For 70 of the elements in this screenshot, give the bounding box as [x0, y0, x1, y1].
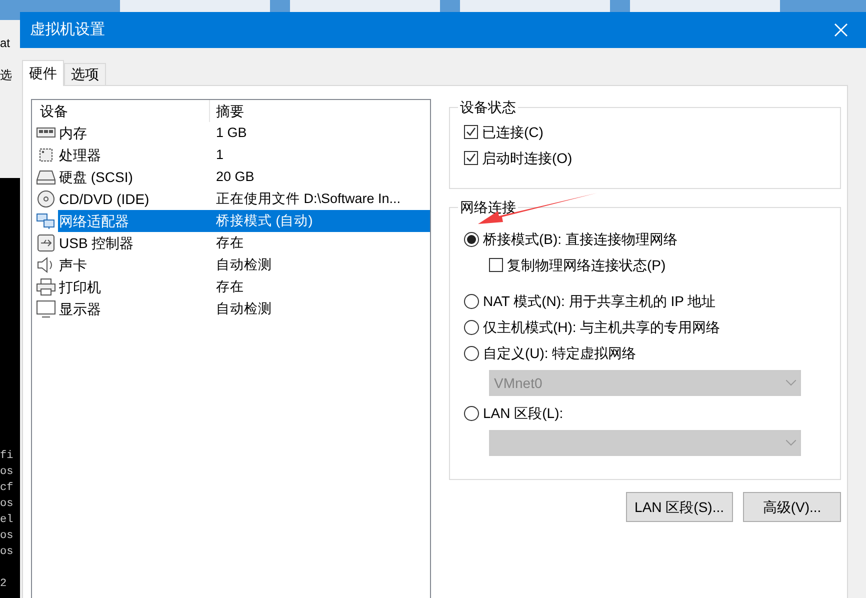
table-cell-text: 硬盘 (SCSI)	[58, 168, 134, 187]
radio-button[interactable]	[464, 320, 479, 334]
checkbox[interactable]	[489, 258, 503, 272]
window-title: 虚拟机设置	[30, 20, 105, 40]
disc-icon	[36, 190, 56, 208]
tab[interactable]: 硬件	[22, 60, 64, 86]
printer-icon	[36, 278, 56, 296]
dropdown-value: VMnet0	[494, 374, 542, 392]
group-title: 设备状态	[458, 98, 518, 116]
terminal-line: os	[0, 497, 14, 512]
radio-button[interactable]	[464, 406, 479, 420]
table-cell-text: 内存	[58, 124, 88, 142]
device-row[interactable]: CD/DVD (IDE) 正在使用文件 D:\Software In...	[32, 188, 430, 210]
dialog-button[interactable]: 高级(V)...	[743, 492, 841, 522]
terminal-line: el	[0, 513, 14, 528]
table-cell-text: 自动检测	[215, 256, 272, 274]
usb-icon	[36, 234, 56, 252]
terminal-line: os	[0, 465, 14, 480]
radio-button[interactable]	[464, 346, 479, 360]
close-icon	[834, 23, 848, 37]
table-cell-text: 打印机	[58, 278, 102, 296]
table-cell-text: 1	[215, 146, 224, 164]
column-header[interactable]: 设备	[32, 100, 210, 122]
table-cell-text: 处理器	[58, 146, 102, 164]
checkbox-label[interactable]: 已连接(C)	[482, 122, 544, 142]
device-row[interactable]: 硬盘 (SCSI) 20 GB	[32, 166, 430, 188]
terminal-line: os	[0, 545, 14, 560]
background-text: at	[0, 35, 12, 52]
device-row[interactable]: 网络适配器 桥接模式 (自动)	[32, 210, 430, 232]
checkbox-label[interactable]: 复制物理网络连接状态(P)	[507, 254, 666, 276]
device-row[interactable]: 处理器 1	[32, 144, 430, 166]
background-text: 选	[0, 67, 13, 84]
checkbox[interactable]	[464, 151, 478, 165]
terminal-line: 2	[0, 577, 8, 592]
device-row[interactable]: 内存 1 GB	[32, 122, 430, 144]
table-cell-text: CD/DVD (IDE)	[58, 190, 150, 209]
table-cell-text: 显示器	[58, 300, 102, 318]
terminal-line: cf	[0, 481, 14, 496]
dialog-button[interactable]: LAN 区段(S)...	[626, 492, 733, 522]
device-row[interactable]: 打印机 存在	[32, 276, 430, 298]
device-row[interactable]: USB 控制器 存在	[32, 232, 430, 254]
terminal-line: os	[0, 529, 14, 544]
checkbox[interactable]	[464, 125, 478, 139]
table-cell-text: 正在使用文件 D:\Software In...	[215, 190, 401, 208]
device-row[interactable]: 声卡 自动检测	[32, 254, 430, 276]
table-cell-text: 存在	[215, 278, 244, 296]
radio-label[interactable]: NAT 模式(N): 用于共享主机的 IP 地址	[483, 290, 716, 312]
chevron-down-icon	[786, 440, 796, 446]
radio-label[interactable]: 自定义(U): 特定虚拟网络	[483, 342, 636, 364]
network-icon	[36, 212, 56, 230]
monitor-icon	[36, 300, 56, 318]
device-row[interactable]: 显示器 自动检测	[32, 298, 430, 320]
radio-button[interactable]	[464, 294, 479, 308]
terminal-line: fi	[0, 449, 14, 464]
table-cell-text: USB 控制器	[58, 234, 135, 252]
radio-label[interactable]: 仅主机模式(H): 与主机共享的专用网络	[483, 316, 720, 338]
column-header[interactable]: 摘要	[210, 100, 244, 122]
chevron-down-icon	[786, 380, 796, 386]
table-cell-text: 桥接模式 (自动)	[215, 212, 313, 230]
table-cell-text: 声卡	[58, 256, 88, 274]
table-cell-text: 20 GB	[215, 168, 254, 186]
table-cell-text: 1 GB	[215, 124, 247, 142]
table-cell: 网络适配器	[58, 210, 210, 232]
checkbox-label[interactable]: 启动时连接(O)	[482, 148, 572, 168]
radio-label[interactable]: LAN 区段(L):	[483, 402, 564, 424]
table-cell-text: 存在	[215, 234, 244, 252]
radio-button[interactable]	[464, 232, 479, 246]
table-cell-text: 自动检测	[215, 300, 272, 318]
tab[interactable]: 选项	[64, 63, 106, 85]
radio-label[interactable]: 桥接模式(B): 直接连接物理网络	[483, 228, 678, 250]
